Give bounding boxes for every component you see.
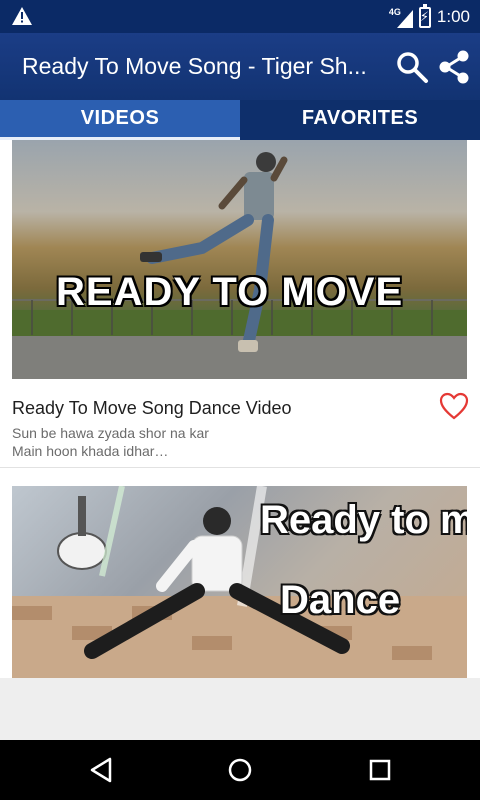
tab-favorites-label: FAVORITES [301, 107, 419, 129]
thumbnail-scene [12, 152, 467, 379]
video-title: Ready To Move Song Dance Video [12, 398, 292, 418]
clock: 1:00 [436, 7, 470, 26]
warning-icon [12, 7, 32, 25]
navigation-bar [0, 740, 480, 800]
search-icon[interactable] [394, 49, 430, 85]
home-icon[interactable] [224, 754, 256, 786]
video-thumbnail[interactable]: READY TO MOVE [12, 140, 467, 379]
status-bar: 4G ⚡ 1:00 [0, 0, 480, 33]
video-thumbnail[interactable]: Ready to mOve Dance [12, 486, 467, 678]
app-bar: Ready To Move Song - Tiger Sh... [0, 33, 480, 100]
thumbnail-title-text: Ready to mOve [260, 498, 467, 542]
thumbnail-subtitle-text: Dance [280, 578, 401, 622]
card-divider [0, 467, 480, 468]
thumbnail-title-text: READY TO MOVE [56, 270, 404, 314]
battery-charging-icon: ⚡ [418, 3, 431, 28]
app-title: Ready To Move Song - Tiger Sh... [22, 53, 367, 79]
tab-videos-label: VIDEOS [80, 107, 160, 129]
back-icon[interactable] [86, 754, 118, 786]
recents-icon[interactable] [364, 754, 396, 786]
heart-outline-icon[interactable] [439, 392, 469, 420]
video-list[interactable]: READY TO MOVE Ready To Move Song Dance V… [0, 140, 480, 678]
video-description-line: Sun be hawa zyada shor na kar [12, 425, 209, 441]
signal-icon: 4G [389, 6, 413, 28]
video-description-line: Main hoon khada idhar… [12, 443, 169, 459]
tab-favorites[interactable]: FAVORITES [240, 100, 480, 140]
tab-videos[interactable]: VIDEOS [0, 100, 240, 140]
share-icon[interactable] [436, 49, 472, 85]
tab-bar: VIDEOS FAVORITES [0, 100, 480, 140]
video-description: Sun be hawa zyada shor na kar Main hoon … [12, 424, 422, 460]
